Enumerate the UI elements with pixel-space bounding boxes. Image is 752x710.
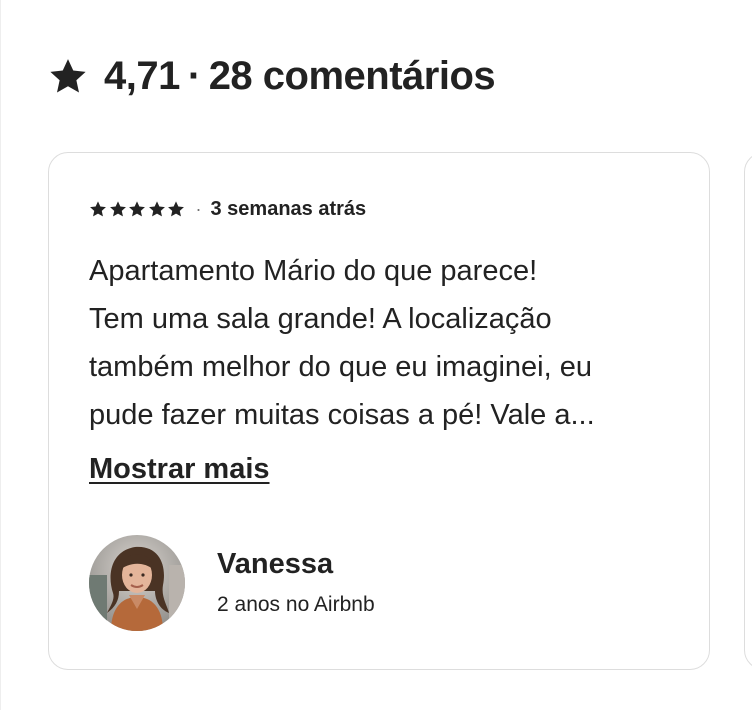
star-icon: [128, 200, 146, 218]
star-icon: [167, 200, 185, 218]
next-review-card[interactable]: [744, 152, 752, 670]
reviews-count: 28 comentários: [208, 54, 496, 98]
reviewer-tenure: 2 anos no Airbnb: [217, 593, 375, 616]
divider: [0, 0, 1, 710]
reviews-header: 4,71 · 28 comentários: [48, 52, 496, 100]
star-icon: [148, 200, 166, 218]
star-rating: [89, 200, 187, 218]
reviews-section: 4,71 · 28 comentários · 3 semanas atrás Ap…: [0, 0, 752, 710]
star-icon: [109, 200, 127, 218]
reviews-summary: 4,71 · 28 comentários: [104, 52, 496, 100]
review-rating-row: · 3 semanas atrás: [89, 197, 366, 221]
review-card[interactable]: · 3 semanas atrás Apartamento Mário do q…: [48, 152, 710, 670]
avatar[interactable]: [89, 535, 185, 631]
review-text: Apartamento Mário do que parece! Tem uma…: [89, 255, 595, 431]
separator-dot: ·: [187, 54, 201, 98]
separator-dot: ·: [195, 199, 202, 219]
star-icon: [89, 200, 107, 218]
review-date: 3 semanas atrás: [210, 198, 367, 220]
star-icon: [48, 56, 88, 96]
reviewer-info[interactable]: Vanessa 2 anos no Airbnb: [89, 535, 375, 631]
overall-rating: 4,71: [104, 54, 180, 98]
reviewer-name: Vanessa: [217, 548, 334, 580]
reviewer-details: Vanessa 2 anos no Airbnb: [217, 546, 375, 620]
show-more-link[interactable]: Mostrar mais: [89, 445, 270, 493]
